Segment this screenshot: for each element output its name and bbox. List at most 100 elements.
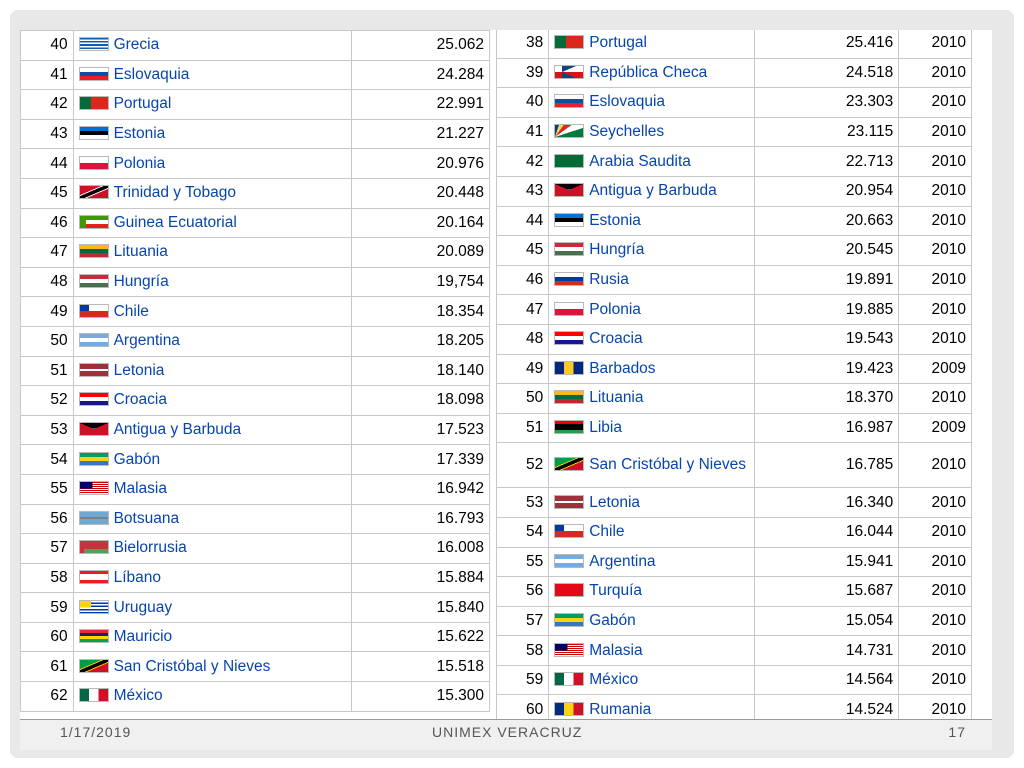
value-cell: 16.044: [753, 516, 900, 548]
country-link[interactable]: Chile: [589, 523, 624, 540]
country-link[interactable]: Rusia: [589, 271, 629, 288]
country-cell: Arabia Saudita: [548, 146, 755, 177]
flag-ga-icon: [554, 612, 585, 627]
value-cell: 18.205: [350, 325, 491, 357]
country-link[interactable]: Seychelles: [589, 123, 664, 140]
country-link[interactable]: República Checa: [589, 64, 707, 81]
country-link[interactable]: Rumania: [589, 701, 651, 718]
country-link[interactable]: Bielorrusia: [114, 539, 187, 556]
country-link[interactable]: Estonia: [589, 212, 641, 229]
country-link[interactable]: Trinidad y Tobago: [114, 184, 236, 201]
country-link[interactable]: Arabia Saudita: [589, 153, 691, 170]
country-cell: Guinea Ecuatorial: [72, 207, 352, 239]
country-link[interactable]: Malasia: [114, 480, 167, 497]
country-link[interactable]: México: [589, 671, 638, 688]
flag-sk-icon: [554, 94, 585, 109]
value-cell: 19,754: [350, 266, 491, 298]
rank-cell: 51: [495, 412, 550, 444]
value-cell: 21.227: [350, 118, 491, 150]
table-row: 58 Líbano 15.884: [20, 562, 491, 594]
country-link[interactable]: Portugal: [114, 95, 172, 112]
country-cell: Chile: [72, 296, 352, 327]
year-cell: 2010: [898, 235, 972, 266]
country-link[interactable]: Uruguay: [114, 599, 173, 616]
table-row: 47 Lituania 20.089: [20, 237, 491, 268]
table-row: 57 Gabón 15.054 2010: [495, 605, 972, 637]
country-cell: Antigua y Barbuda: [72, 414, 352, 446]
country-link[interactable]: Polonia: [589, 301, 641, 318]
country-cell: Turquía: [548, 576, 755, 607]
country-link[interactable]: Eslovaquia: [114, 66, 190, 83]
value-cell: 15.884: [350, 562, 491, 594]
country-cell: San Cristóbal y Nieves: [548, 442, 755, 489]
country-link[interactable]: Malasia: [589, 642, 642, 659]
rank-cell: 48: [20, 266, 74, 298]
flag-lb-icon: [78, 569, 109, 584]
country-link[interactable]: Letonia: [589, 494, 640, 511]
country-link[interactable]: Argentina: [589, 553, 655, 570]
country-link[interactable]: Líbano: [114, 569, 161, 586]
table-row: 54 Gabón 17.339: [20, 444, 491, 475]
country-cell: Croacia: [72, 385, 352, 416]
flag-pl-icon: [78, 155, 109, 170]
table-row: 55 Argentina 15.941 2010: [495, 546, 972, 578]
country-cell: Trinidad y Tobago: [72, 177, 352, 209]
country-link[interactable]: Guinea Ecuatorial: [114, 214, 237, 231]
table-row: 49 Chile 18.354: [20, 296, 491, 327]
country-cell: Letonia: [72, 355, 352, 387]
country-link[interactable]: Libia: [589, 419, 622, 436]
country-link[interactable]: Eslovaquia: [589, 93, 665, 110]
table-row: 47 Polonia 19.885 2010: [495, 294, 972, 325]
table-row: 49 Barbados 19.423 2009: [495, 353, 972, 385]
country-link[interactable]: Portugal: [589, 34, 647, 51]
country-cell: México: [72, 681, 352, 712]
country-link[interactable]: Lituania: [114, 243, 168, 260]
table-row: 39 República Checa 24.518 2010: [495, 57, 972, 89]
value-cell: 15.941: [753, 546, 900, 578]
flag-mu-icon: [78, 629, 109, 644]
table-row: 57 Bielorrusia 16.008: [20, 533, 491, 564]
country-link[interactable]: México: [114, 687, 163, 704]
country-link[interactable]: Botsuana: [114, 510, 180, 527]
flag-ru-icon: [554, 272, 585, 287]
flag-hu-icon: [78, 274, 109, 289]
country-cell: México: [548, 664, 755, 696]
year-cell: 2009: [898, 412, 972, 444]
country-link[interactable]: Turquía: [589, 582, 642, 599]
country-cell: Malasia: [72, 473, 352, 505]
country-link[interactable]: Argentina: [114, 332, 180, 349]
rank-cell: 55: [495, 546, 550, 578]
country-cell: Eslovaquia: [72, 59, 352, 91]
country-link[interactable]: Hungría: [114, 273, 169, 290]
table-row: 41 Eslovaquia 24.284: [20, 59, 491, 91]
rank-cell: 41: [495, 116, 550, 148]
value-cell: 25.416: [753, 30, 900, 59]
value-cell: 20.089: [350, 237, 491, 268]
rank-cell: 50: [20, 325, 74, 357]
country-link[interactable]: San Cristóbal y Nieves: [589, 456, 746, 473]
year-cell: 2010: [898, 576, 972, 607]
flag-pt-icon: [554, 35, 585, 50]
country-link[interactable]: San Cristóbal y Nieves: [114, 658, 271, 675]
flag-my-icon: [78, 481, 109, 496]
country-link[interactable]: Antigua y Barbuda: [114, 421, 242, 438]
rank-cell: 38: [495, 30, 550, 59]
country-link[interactable]: Letonia: [114, 362, 165, 379]
value-cell: 23.115: [753, 116, 900, 148]
country-link[interactable]: Hungría: [589, 241, 644, 258]
country-link[interactable]: Gabón: [114, 451, 161, 468]
country-link[interactable]: Mauricio: [114, 628, 173, 645]
country-link[interactable]: Barbados: [589, 360, 655, 377]
year-cell: 2010: [898, 146, 972, 177]
country-link[interactable]: Croacia: [114, 391, 167, 408]
country-link[interactable]: Polonia: [114, 155, 166, 172]
country-link[interactable]: Grecia: [114, 36, 160, 53]
country-link[interactable]: Chile: [114, 303, 149, 320]
country-link[interactable]: Lituania: [589, 389, 643, 406]
country-link[interactable]: Gabón: [589, 612, 636, 629]
country-link[interactable]: Antigua y Barbuda: [589, 182, 717, 199]
table-row: 44 Estonia 20.663 2010: [495, 205, 972, 237]
rank-cell: 60: [20, 621, 74, 653]
country-link[interactable]: Croacia: [589, 330, 642, 347]
country-link[interactable]: Estonia: [114, 125, 166, 142]
